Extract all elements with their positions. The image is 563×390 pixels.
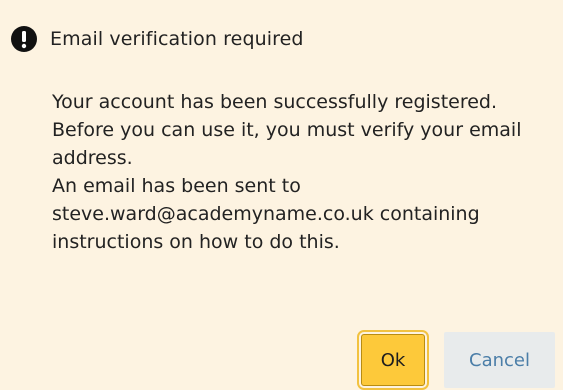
message-line-verify: Before you can use it, you must verify y… <box>52 119 522 169</box>
dialog-header: Email verification required <box>11 24 304 54</box>
message-line-registered: Your account has been successfully regis… <box>52 91 498 113</box>
email-verification-dialog: Email verification required Your account… <box>0 0 563 390</box>
dialog-message: Your account has been successfully regis… <box>52 88 557 256</box>
ok-button[interactable]: Ok <box>357 330 429 390</box>
dialog-title: Email verification required <box>50 28 304 50</box>
cancel-button[interactable]: Cancel <box>444 332 555 388</box>
message-line-email-sent: An email has been sent to steve.ward@aca… <box>52 175 480 253</box>
exclamation-circle-icon <box>11 26 37 52</box>
